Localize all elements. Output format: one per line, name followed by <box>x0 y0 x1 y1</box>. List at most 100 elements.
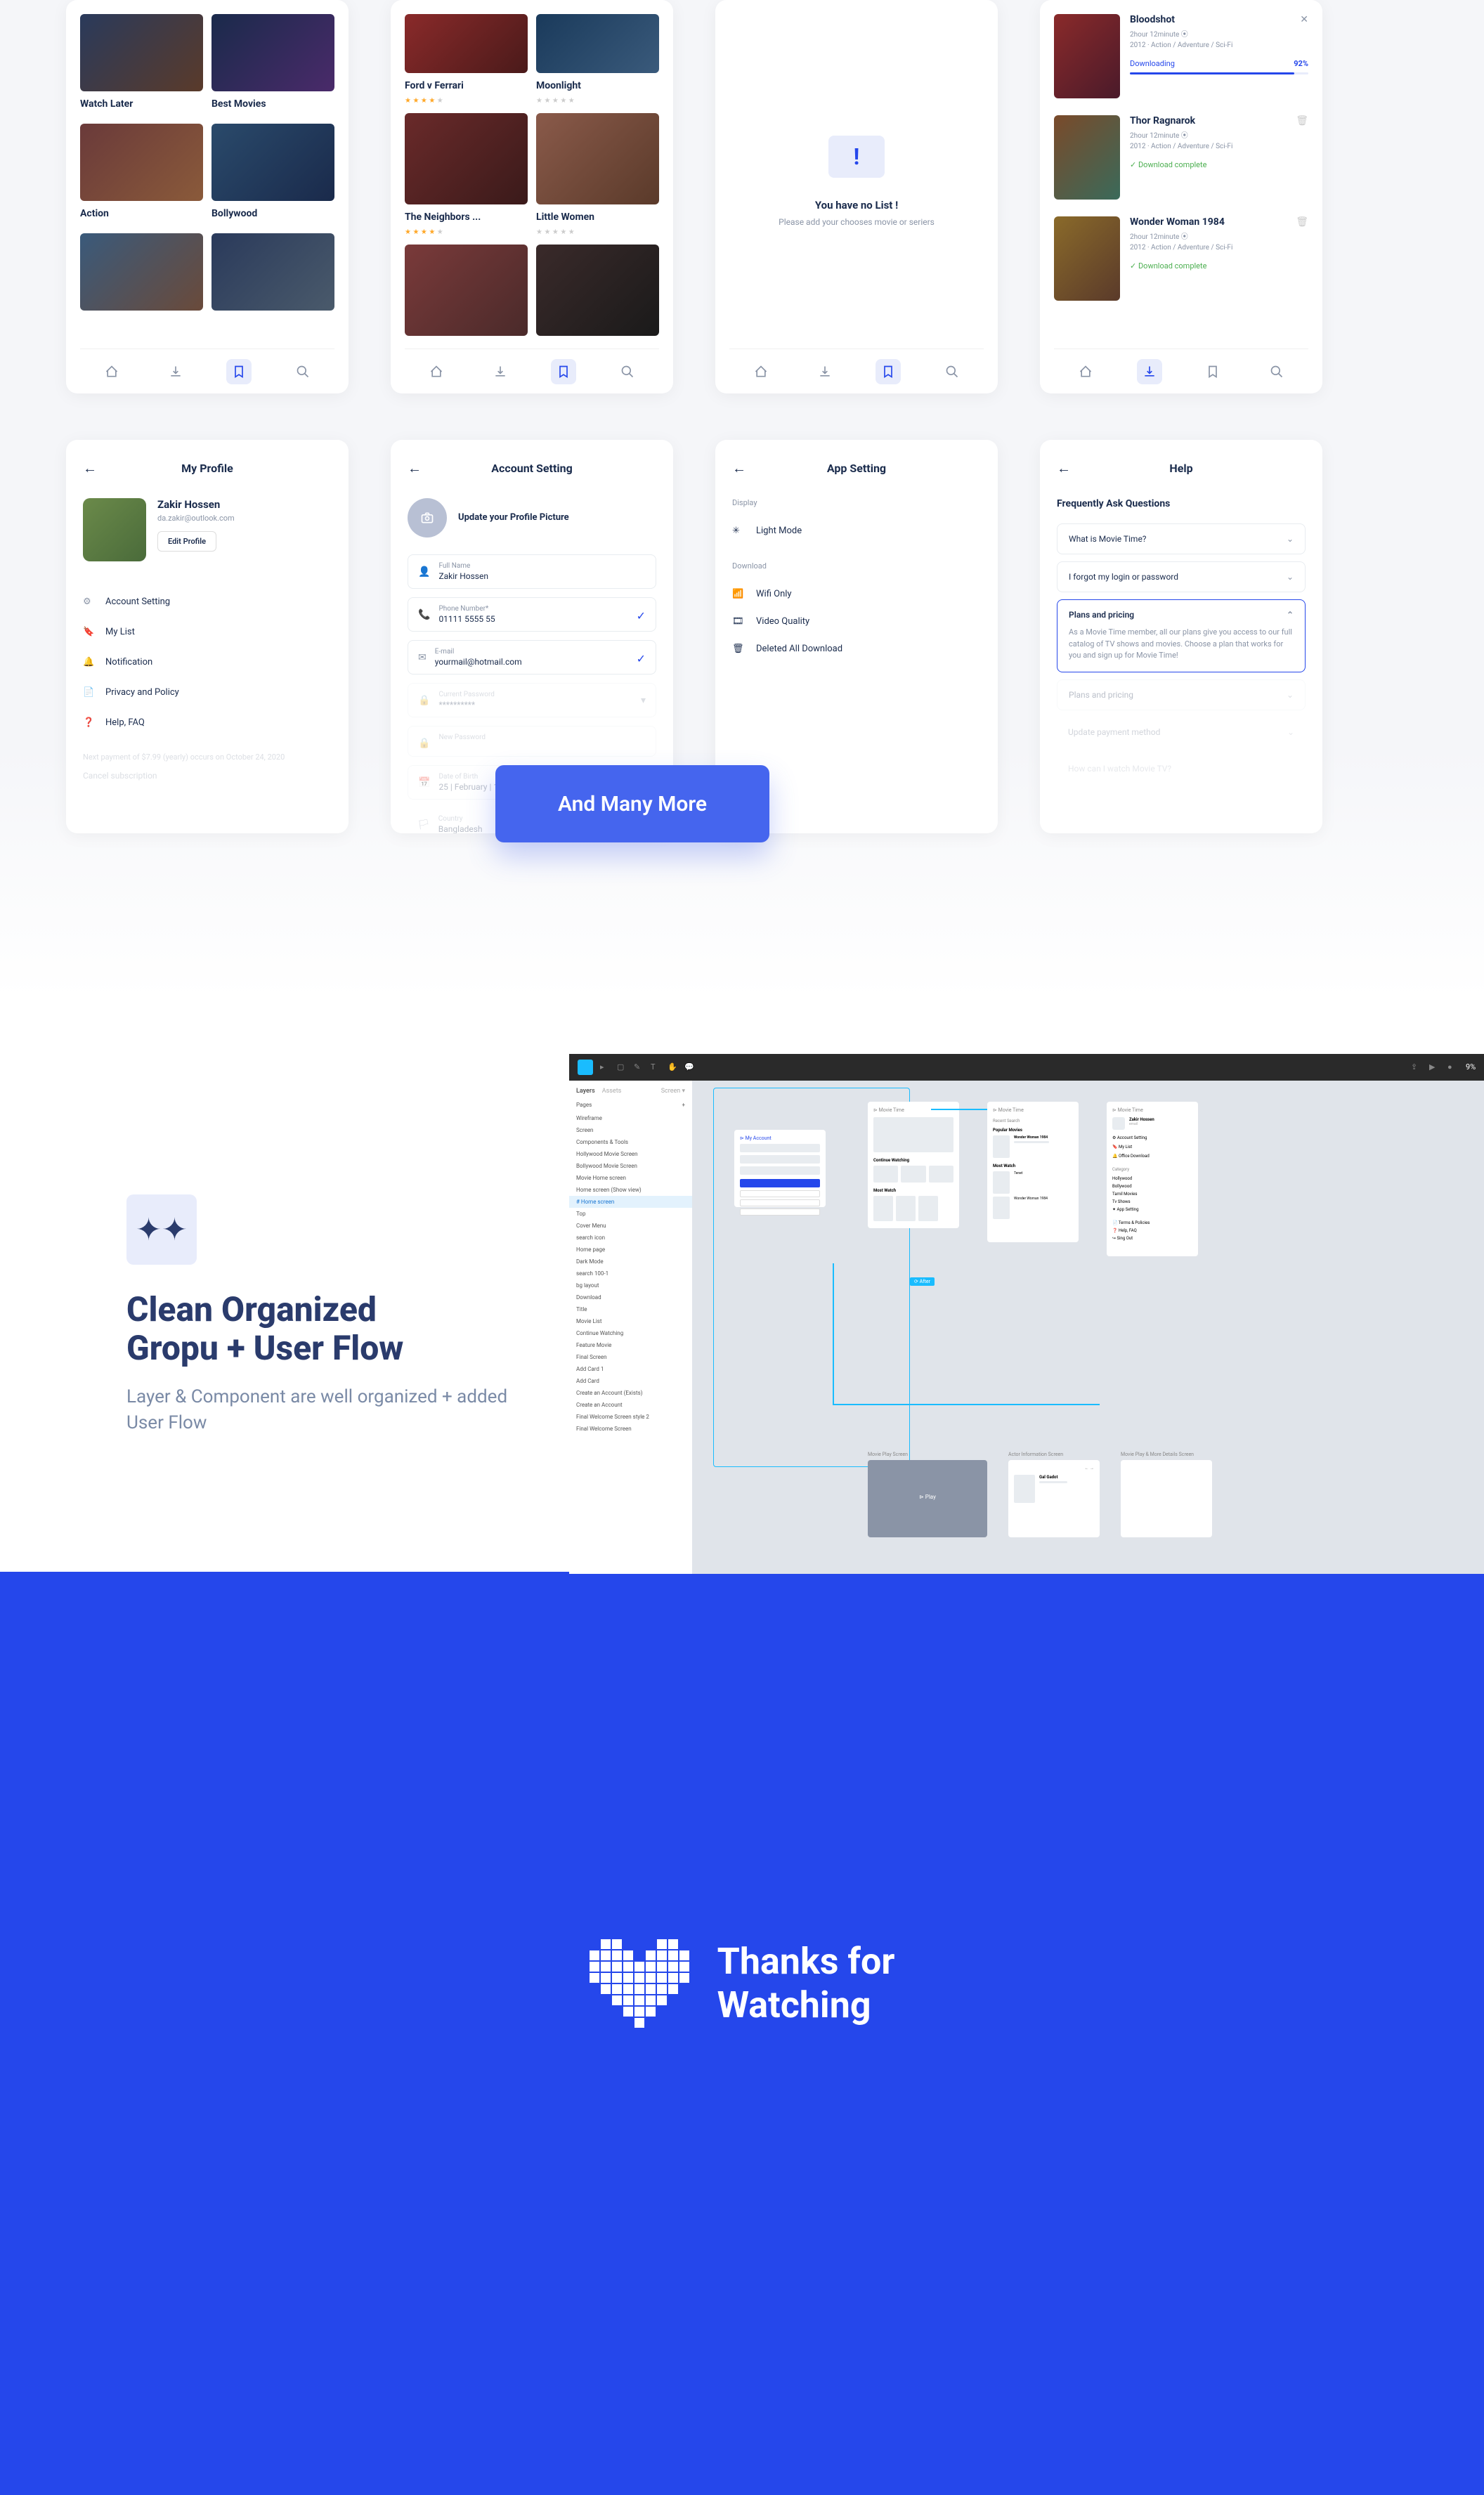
setting-delete-download[interactable]: 🗑Deleted All Download <box>732 635 981 663</box>
download-item[interactable]: Thor Ragnarok🗑 2hour 12minute ⦿ 2012 · A… <box>1054 115 1308 200</box>
layer-item[interactable]: Title <box>576 1303 685 1315</box>
avatar[interactable] <box>83 498 146 561</box>
comment-tool-icon[interactable]: 💬 <box>684 1062 694 1072</box>
home-icon[interactable] <box>1073 359 1098 384</box>
poster[interactable] <box>80 14 203 91</box>
field-fullname[interactable]: 👤Full NameZakir Hossen <box>408 554 656 589</box>
move-tool-icon[interactable]: ▸ <box>600 1062 610 1072</box>
field-current-password[interactable]: 🔒Current Password**********▾ <box>408 683 656 717</box>
trash-icon[interactable]: 🗑 <box>1296 115 1308 126</box>
menu-my-list[interactable]: 🔖My List <box>83 617 332 647</box>
movie-poster[interactable] <box>405 14 528 73</box>
layer-item[interactable]: Final Welcome Screen style 2 <box>576 1411 685 1423</box>
bookmark-icon[interactable] <box>1200 359 1225 384</box>
wireframe-card[interactable]: ⊳ Movie Time Zakir Hossenemail ⚙ Account… <box>1107 1102 1198 1256</box>
setting-wifi-only[interactable]: 📶Wifi Only <box>732 580 981 608</box>
bookmark-icon[interactable] <box>876 359 901 384</box>
layer-item[interactable]: search 100-1 <box>576 1268 685 1279</box>
layer-item[interactable]: Create an Account <box>576 1399 685 1411</box>
layer-item[interactable]: Continue Watching <box>576 1327 685 1339</box>
search-icon[interactable] <box>939 359 965 384</box>
menu-help[interactable]: ❓Help, FAQ <box>83 708 332 738</box>
bookmark-icon[interactable] <box>226 359 252 384</box>
layer-item[interactable]: Dark Mode <box>576 1256 685 1268</box>
wireframe-card[interactable]: ⊳ Movie Time Recent Search Popular Movie… <box>987 1102 1079 1242</box>
layer-item[interactable]: Screen <box>576 1124 685 1136</box>
cancel-subscription[interactable]: Cancel subscription <box>83 771 332 781</box>
wireframe-card[interactable]: ⊳ Movie Time Continue Watching Most Watc… <box>868 1102 959 1228</box>
layer-item[interactable]: Movie Home screen <box>576 1172 685 1184</box>
movie-poster[interactable] <box>405 113 528 204</box>
faq-item[interactable]: Update payment method⌄ <box>1057 717 1306 747</box>
setting-light-mode[interactable]: ✳Light Mode <box>732 517 981 545</box>
faq-item[interactable]: How can I watch Movie TV? <box>1057 754 1306 783</box>
layer-item[interactable]: # Home screen <box>569 1196 692 1208</box>
layer-item[interactable]: Home page <box>576 1244 685 1256</box>
menu-account-setting[interactable]: ⚙Account Setting <box>83 587 332 617</box>
back-arrow-icon[interactable]: ← <box>1057 460 1074 477</box>
bookmark-icon[interactable] <box>551 359 576 384</box>
faq-item[interactable]: Plans and pricing⌄ <box>1057 679 1306 710</box>
poster[interactable] <box>80 124 203 201</box>
layer-item[interactable]: Top <box>576 1208 685 1220</box>
layer-item[interactable]: Cover Menu <box>576 1220 685 1232</box>
poster[interactable] <box>211 124 334 201</box>
setting-video-quality[interactable]: 🎞Video Quality <box>732 608 981 635</box>
wireframe-card[interactable] <box>1121 1460 1212 1537</box>
percent-icon[interactable]: 9% <box>1466 1062 1476 1072</box>
layer-item[interactable]: Bollywood Movie Screen <box>576 1160 685 1172</box>
and-many-more-button[interactable]: And Many More <box>495 765 769 842</box>
layer-item[interactable]: Movie List <box>576 1315 685 1327</box>
movie-poster[interactable] <box>536 245 659 336</box>
layer-item[interactable]: Add Card 1 <box>576 1363 685 1375</box>
menu-privacy[interactable]: 📄Privacy and Policy <box>83 677 332 708</box>
layer-item[interactable]: Final Welcome Screen <box>576 1423 685 1435</box>
layer-item[interactable]: Add Card <box>576 1375 685 1387</box>
layer-item[interactable]: Download <box>576 1291 685 1303</box>
faq-item[interactable]: I forgot my login or password⌄ <box>1057 561 1306 592</box>
wireframe-card[interactable]: ← → Gal Gadot <box>1008 1460 1100 1537</box>
download-icon[interactable] <box>163 359 188 384</box>
share-icon[interactable]: ⇪ <box>1411 1062 1421 1072</box>
layer-item[interactable]: Components & Tools <box>576 1136 685 1148</box>
poster[interactable] <box>211 233 334 311</box>
menu-notification[interactable]: 🔔Notification <box>83 647 332 677</box>
home-icon[interactable] <box>424 359 449 384</box>
layer-item[interactable]: Create an Account (Exists) <box>576 1387 685 1399</box>
search-icon[interactable] <box>615 359 640 384</box>
layer-item[interactable]: Home screen (Show view) <box>576 1184 685 1196</box>
trash-icon[interactable]: 🗑 <box>1296 216 1308 228</box>
wireframe-card[interactable]: ⊳ My Account <box>734 1130 826 1207</box>
field-new-password[interactable]: 🔒New Password <box>408 726 656 757</box>
movie-poster[interactable] <box>536 14 659 73</box>
layer-item[interactable]: bg layout <box>576 1279 685 1291</box>
layer-item[interactable]: Wireframe <box>576 1112 685 1124</box>
add-page-icon[interactable]: + <box>682 1102 685 1108</box>
hand-tool-icon[interactable]: ✋ <box>668 1062 677 1072</box>
pen-tool-icon[interactable]: ✎ <box>634 1062 644 1072</box>
home-icon[interactable] <box>99 359 124 384</box>
download-icon[interactable] <box>812 359 838 384</box>
edit-profile-button[interactable]: Edit Profile <box>157 531 216 552</box>
play-icon[interactable]: ▶ <box>1429 1062 1439 1072</box>
back-arrow-icon[interactable]: ← <box>83 460 100 477</box>
download-icon[interactable] <box>1137 359 1162 384</box>
text-tool-icon[interactable]: T <box>651 1062 660 1072</box>
poster[interactable] <box>80 233 203 311</box>
search-icon[interactable] <box>290 359 315 384</box>
back-arrow-icon[interactable]: ← <box>732 460 749 477</box>
camera-icon[interactable] <box>408 498 447 538</box>
poster[interactable] <box>211 14 334 91</box>
layer-item[interactable]: search icon <box>576 1232 685 1244</box>
download-item[interactable]: Bloodshot✕ 2hour 12minute ⦿ 2012 · Actio… <box>1054 14 1308 98</box>
field-phone[interactable]: 📞Phone Number*01111 5555 55✓ <box>408 597 656 632</box>
tab-assets[interactable]: Assets <box>602 1088 622 1095</box>
tab-layers[interactable]: Layers <box>576 1088 595 1095</box>
wireframe-card[interactable]: ⊳ Play <box>868 1460 987 1537</box>
field-email[interactable]: ✉E-mailyourmail@hotmail.com✓ <box>408 640 656 675</box>
search-icon[interactable] <box>1264 359 1289 384</box>
home-icon[interactable] <box>748 359 774 384</box>
download-item[interactable]: Wonder Woman 1984🗑 2hour 12minute ⦿ 2012… <box>1054 216 1308 301</box>
faq-item[interactable]: What is Movie Time?⌄ <box>1057 523 1306 554</box>
close-icon[interactable]: ✕ <box>1300 14 1308 25</box>
